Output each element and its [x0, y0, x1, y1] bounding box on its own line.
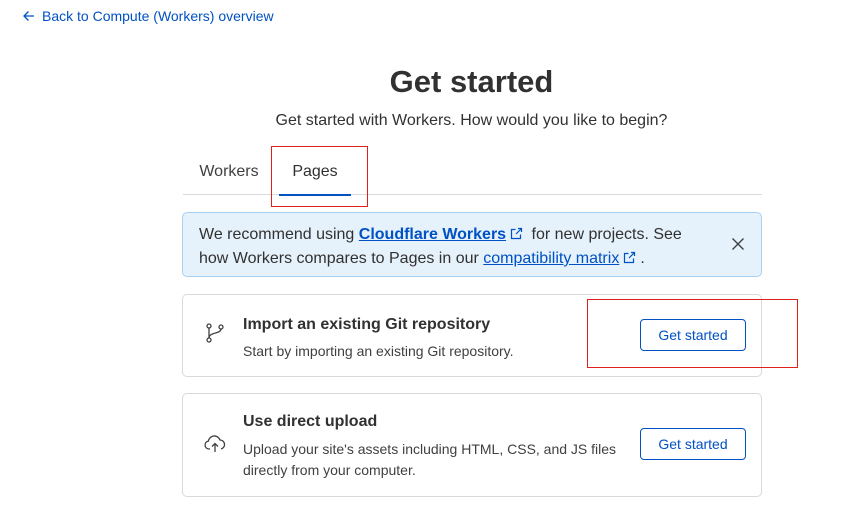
direct-upload-get-started-button[interactable]: Get started [640, 428, 746, 460]
banner-text-3: . [640, 250, 645, 267]
cloud-upload-icon [204, 435, 226, 452]
recommendation-banner: We recommend using Cloudflare Workers fo… [182, 212, 762, 277]
page-title: Get started [389, 64, 554, 99]
tab-workers[interactable]: Workers [187, 149, 271, 195]
page-subtitle: Get started with Workers. How would you … [275, 112, 668, 129]
import-git-get-started-button[interactable]: Get started [640, 319, 746, 351]
card-title: Import an existing Git repository [243, 316, 491, 333]
external-link-icon [510, 227, 523, 240]
external-link-icon [624, 251, 636, 264]
arrow-left-icon [23, 11, 34, 21]
banner-text-1: We recommend using [199, 226, 359, 243]
back-link[interactable]: Back to Compute (Workers) overview [22, 8, 274, 24]
git-branch-icon [206, 323, 224, 343]
close-icon[interactable] [729, 235, 747, 253]
tab-pages[interactable]: Pages [279, 149, 351, 196]
tab-bar: Workers Pages [183, 149, 762, 196]
compatibility-matrix-link[interactable]: compatibility matrix [483, 250, 619, 267]
card-description: Upload your site's assets including HTML… [243, 441, 617, 478]
cloudflare-workers-link[interactable]: Cloudflare Workers [359, 226, 506, 243]
direct-upload-card: Use direct upload Upload your site's ass… [182, 393, 762, 497]
import-git-card: Import an existing Git repository Start … [182, 294, 762, 377]
card-description: Start by importing an existing Git repos… [243, 343, 514, 359]
back-link-label: Back to Compute (Workers) overview [42, 8, 274, 24]
card-title: Use direct upload [243, 413, 378, 430]
